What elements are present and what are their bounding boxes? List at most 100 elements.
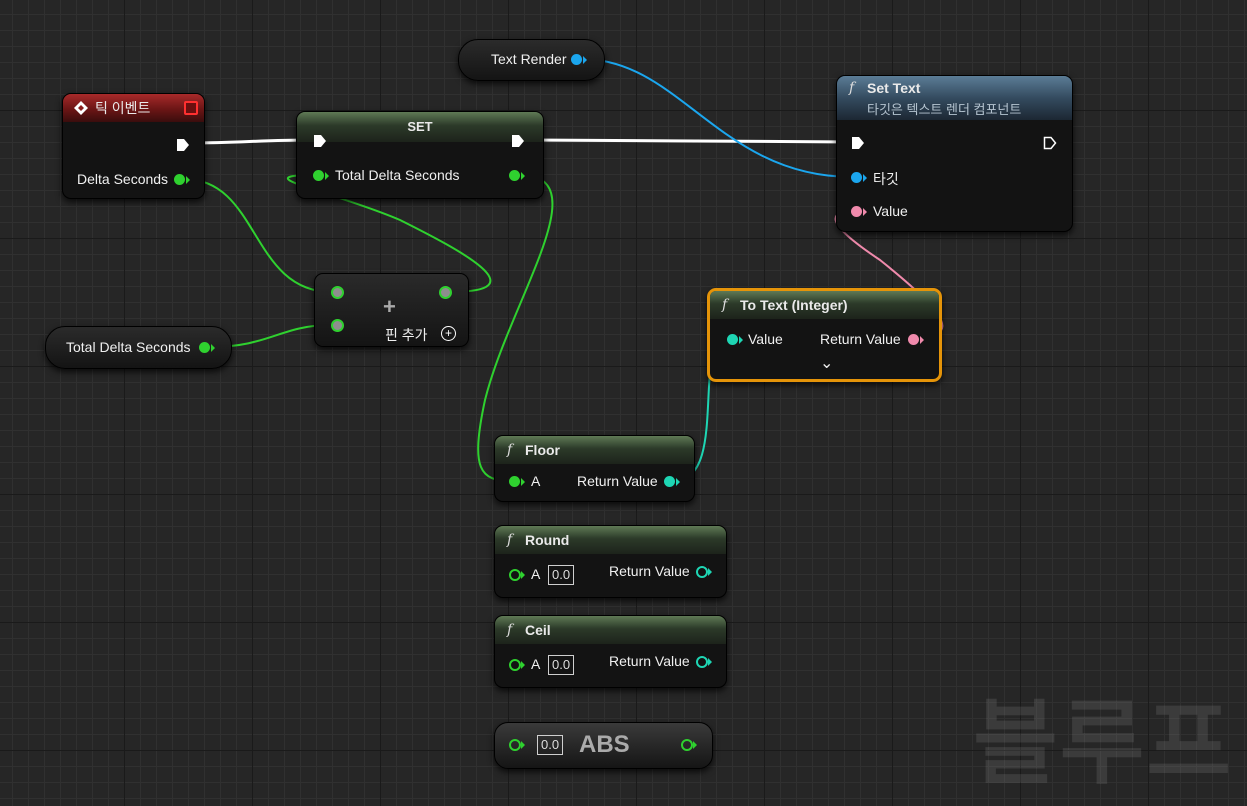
round-output-arrow — [708, 568, 712, 576]
set-value-input-arrow — [325, 172, 329, 180]
watermark: 블루프 — [973, 690, 1233, 797]
abs-input-arrow — [521, 741, 525, 749]
total-delta-getter-output-arrow — [211, 344, 215, 352]
set-variable-node[interactable]: SET Total Delta Seconds — [296, 111, 544, 199]
set-value-input-pin[interactable] — [313, 170, 324, 181]
text-render-output-pin[interactable] — [571, 54, 582, 65]
object-wire-textrender-to-target — [581, 58, 853, 178]
tick-delta-label: Delta Seconds — [77, 171, 169, 187]
floor-input-arrow — [521, 478, 525, 486]
settext-value-pin[interactable] — [851, 206, 862, 217]
round-input-pin[interactable] — [509, 569, 521, 581]
set-exec-out-pin[interactable] — [511, 134, 525, 148]
to-text-output-pin[interactable] — [908, 334, 919, 345]
to-text-output-label: Return Value — [820, 331, 901, 347]
round-input-field[interactable]: 0.0 — [548, 565, 575, 585]
floor-header: f Floor — [495, 436, 694, 464]
set-exec-in-pin[interactable] — [313, 134, 327, 148]
abs-output-arrow — [693, 741, 697, 749]
function-icon: f — [722, 297, 728, 313]
tick-delta-output-arrow — [186, 176, 190, 184]
floor-title: Floor — [525, 442, 560, 458]
tick-event-node[interactable]: 틱 이벤트 Delta Seconds — [62, 93, 205, 199]
ceil-title: Ceil — [525, 622, 551, 638]
text-render-output-arrow — [583, 56, 587, 64]
add-node[interactable]: + 핀 추가 + — [314, 273, 469, 347]
tick-delta-output-pin[interactable] — [174, 174, 185, 185]
expand-chevron-icon[interactable]: ⌄ — [820, 353, 833, 373]
to-text-input-pin[interactable] — [727, 334, 738, 345]
set-value-output-pin[interactable] — [509, 170, 520, 181]
exec-wire-tick-to-set — [189, 138, 313, 145]
event-diamond-icon — [74, 101, 88, 115]
set-text-title: Set Text — [867, 80, 921, 96]
event-delegate-icon[interactable] — [184, 101, 198, 115]
set-var-label: Total Delta Seconds — [335, 167, 460, 183]
set-text-subtitle: 타깃은 텍스트 렌더 컴포넌트 — [867, 102, 1022, 117]
round-header: f Round — [495, 526, 726, 554]
round-output-label: Return Value — [609, 563, 690, 579]
floor-input-pin[interactable] — [509, 476, 520, 487]
round-node[interactable]: f Round A 0.0 Return Value — [494, 525, 727, 598]
ceil-node[interactable]: f Ceil A 0.0 Return Value — [494, 615, 727, 688]
abs-output-pin[interactable] — [681, 739, 693, 751]
settext-exec-in-pin[interactable] — [851, 136, 865, 150]
to-text-title: To Text (Integer) — [740, 297, 848, 313]
to-text-header: f To Text (Integer) — [710, 291, 939, 319]
tick-event-header: 틱 이벤트 — [63, 94, 204, 122]
to-text-input-label: Value — [748, 331, 783, 347]
round-input-arrow — [521, 571, 525, 579]
total-delta-getter-node[interactable]: Total Delta Seconds — [45, 326, 232, 369]
floor-output-pin[interactable] — [664, 476, 675, 487]
set-text-header: f Set Text 타깃은 텍스트 렌더 컴포넌트 — [837, 76, 1072, 120]
floor-node[interactable]: f Floor A Return Value — [494, 435, 695, 502]
tick-event-title: 틱 이벤트 — [95, 100, 151, 116]
round-input-label: A — [531, 566, 541, 582]
to-text-integer-node[interactable]: f To Text (Integer) Value Return Value ⌄ — [707, 288, 942, 382]
ceil-output-pin[interactable] — [696, 656, 708, 668]
ceil-output-label: Return Value — [609, 653, 690, 669]
add-pin-plus-icon[interactable]: + — [441, 326, 456, 341]
add-output-pin[interactable] — [439, 286, 452, 299]
settext-value-label: Value — [873, 203, 908, 219]
text-render-label: Text Render — [491, 51, 567, 67]
ceil-header: f Ceil — [495, 616, 726, 644]
ceil-input-label: A — [531, 656, 541, 672]
set-node-title: SET — [407, 119, 433, 134]
total-delta-getter-label: Total Delta Seconds — [66, 339, 191, 355]
add-input-b-pin[interactable] — [331, 319, 344, 332]
add-pin-label[interactable]: 핀 추가 — [385, 325, 428, 345]
function-icon: f — [507, 532, 513, 548]
add-input-a-pin[interactable] — [331, 286, 344, 299]
function-icon: f — [849, 80, 855, 96]
add-plus-icon: + — [383, 294, 396, 319]
ceil-input-pin[interactable] — [509, 659, 521, 671]
tick-exec-out-pin[interactable] — [176, 138, 190, 152]
function-icon: f — [507, 442, 513, 458]
settext-value-arrow — [863, 208, 867, 216]
exec-wire-set-to-settext — [527, 138, 853, 144]
ceil-input-field[interactable]: 0.0 — [548, 655, 575, 675]
abs-input-field[interactable]: 0.0 — [537, 735, 564, 755]
settext-target-label: 타깃 — [873, 171, 899, 187]
floor-output-label: Return Value — [577, 473, 658, 489]
text-render-node[interactable]: Text Render — [458, 39, 605, 81]
abs-input-pin[interactable] — [509, 739, 521, 751]
floor-input-label: A — [531, 473, 541, 489]
abs-node[interactable]: 0.0 ABS — [494, 722, 713, 769]
settext-target-arrow — [863, 174, 867, 182]
to-text-input-arrow — [739, 336, 743, 344]
set-value-output-arrow — [521, 172, 525, 180]
round-output-pin[interactable] — [696, 566, 708, 578]
floor-output-arrow — [676, 478, 680, 486]
function-icon: f — [507, 622, 513, 638]
ceil-input-arrow — [521, 661, 525, 669]
settext-exec-out-pin[interactable] — [1043, 136, 1057, 150]
set-node-header: SET — [297, 112, 543, 142]
round-title: Round — [525, 532, 570, 548]
abs-title: ABS — [579, 731, 630, 758]
to-text-output-arrow — [920, 336, 924, 344]
set-text-node[interactable]: f Set Text 타깃은 텍스트 렌더 컴포넌트 타깃 Value — [836, 75, 1073, 232]
total-delta-getter-output-pin[interactable] — [199, 342, 210, 353]
settext-target-pin[interactable] — [851, 172, 862, 183]
